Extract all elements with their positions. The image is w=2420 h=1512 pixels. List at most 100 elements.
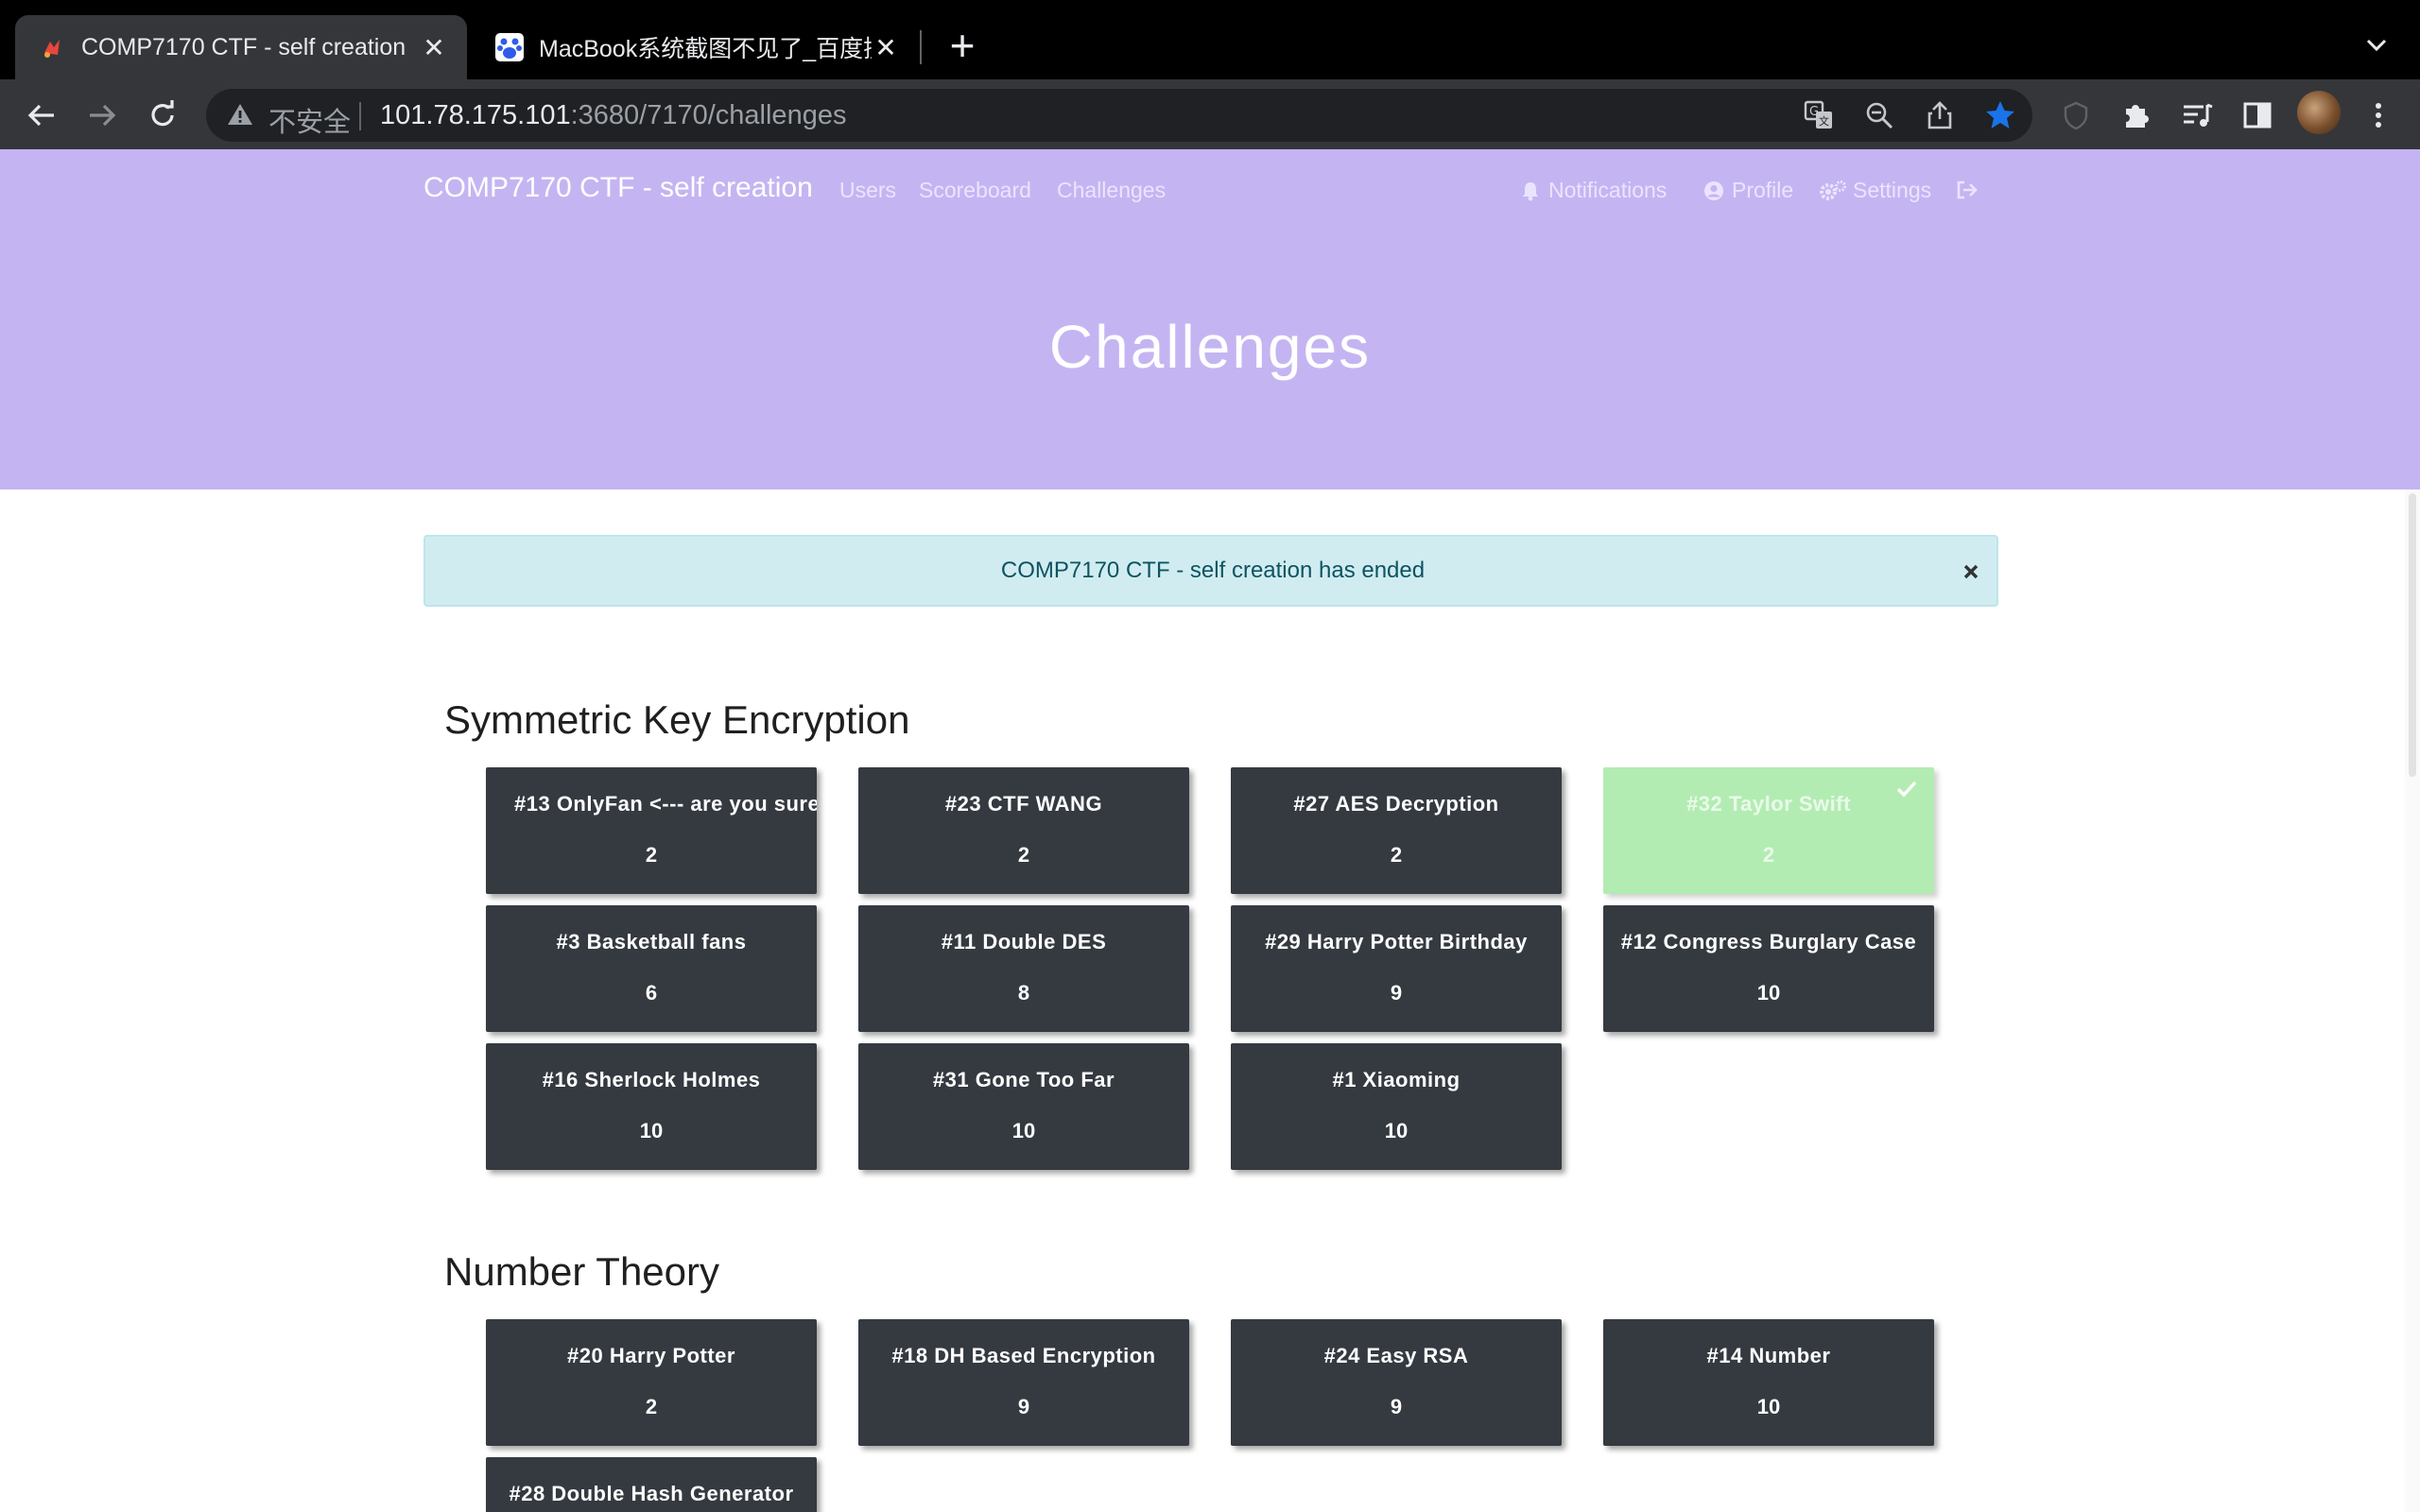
- back-arrow-icon[interactable]: [23, 96, 60, 134]
- side-panel-icon[interactable]: [2238, 96, 2276, 134]
- tab-title: COMP7170 CTF - self creation: [81, 33, 406, 60]
- tab-close-icon[interactable]: ✕: [872, 32, 900, 63]
- challenge-name: #12 Congress Burglary Case: [1620, 930, 1917, 954]
- browser-toolbar: 不安全 101.78.175.101:3680/7170/challenges …: [0, 79, 2420, 149]
- challenge-value: 2: [1762, 843, 1775, 867]
- ctfd-favicon-icon: [38, 33, 66, 61]
- logout-button[interactable]: [1955, 178, 1985, 202]
- challenge-name: #14 Number: [1706, 1344, 1831, 1367]
- challenge-value: 10: [1011, 1119, 1036, 1143]
- address-bar[interactable]: 不安全 101.78.175.101:3680/7170/challenges …: [206, 89, 2032, 142]
- challenge-card[interactable]: #27 AES Decryption 2: [1231, 767, 1562, 894]
- nav-settings-label: Settings: [1853, 178, 1932, 202]
- challenge-name: #20 Harry Potter: [567, 1344, 735, 1367]
- challenge-value: 2: [1390, 843, 1403, 867]
- challenge-value: 8: [1017, 981, 1030, 1005]
- url-path: :3680/7170/challenges: [570, 100, 847, 130]
- challenge-name: #1 Xiaoming: [1332, 1068, 1461, 1091]
- nav-users[interactable]: Users: [839, 178, 896, 203]
- nav-scoreboard[interactable]: Scoreboard: [919, 178, 1031, 203]
- challenge-card[interactable]: #14 Number 10: [1603, 1319, 1934, 1446]
- challenge-name: #13 OnlyFan <--- are you sure: [514, 792, 817, 816]
- browser-tab-active[interactable]: COMP7170 CTF - self creation ✕: [15, 15, 467, 79]
- reading-list-icon[interactable]: [2178, 96, 2216, 134]
- challenge-card[interactable]: #24 Easy RSA 9: [1231, 1319, 1562, 1446]
- browser-menu-icon[interactable]: [2360, 96, 2397, 134]
- extension-shield-icon[interactable]: [2057, 96, 2095, 134]
- challenge-value: 10: [639, 1119, 664, 1143]
- challenge-value: 9: [1390, 1395, 1403, 1418]
- challenge-name: #29 Harry Potter Birthday: [1265, 930, 1528, 954]
- challenge-value: 9: [1017, 1395, 1030, 1418]
- challenge-card[interactable]: #12 Congress Burglary Case 10: [1603, 905, 1934, 1032]
- share-icon[interactable]: [1921, 96, 1959, 134]
- challenge-value: 2: [645, 843, 658, 867]
- browser-tab-inactive[interactable]: MacBook系统截图不见了_百度搜 ✕: [473, 15, 919, 79]
- omnibox-divider: [359, 102, 361, 130]
- alert-message: COMP7170 CTF - self creation has ended: [1000, 558, 1426, 583]
- challenge-card[interactable]: #20 Harry Potter 2: [486, 1319, 817, 1446]
- challenge-name: #3 Basketball fans: [556, 930, 747, 954]
- ended-alert: COMP7170 CTF - self creation has ended: [424, 535, 1998, 607]
- challenge-name: #18 DH Based Encryption: [891, 1344, 1156, 1367]
- challenge-card[interactable]: #23 CTF WANG 2: [858, 767, 1189, 894]
- challenge-value: 10: [1756, 1395, 1781, 1418]
- challenge-name: #27 AES Decryption: [1293, 792, 1499, 816]
- reload-icon[interactable]: [144, 96, 182, 134]
- challenge-value: 9: [1390, 981, 1403, 1005]
- challenge-card[interactable]: #13 OnlyFan <--- are you sure 2: [486, 767, 817, 894]
- forward-arrow-icon[interactable]: [83, 96, 121, 134]
- tab-title: MacBook系统截图不见了_百度搜: [539, 36, 872, 62]
- site-brand[interactable]: COMP7170 CTF - self creation: [424, 172, 813, 204]
- challenge-value: 10: [1384, 1119, 1409, 1143]
- challenge-card-solved[interactable]: #32 Taylor Swift 2: [1603, 767, 1934, 894]
- category-title: Symmetric Key Encryption: [444, 697, 910, 742]
- hero-banner: COMP7170 CTF - self creation Users Score…: [0, 149, 2420, 490]
- insecure-label[interactable]: 不安全: [268, 100, 351, 140]
- new-tab-plus-icon[interactable]: +: [943, 24, 981, 68]
- tab-divider: [920, 30, 922, 64]
- challenge-card[interactable]: #18 DH Based Encryption 9: [858, 1319, 1189, 1446]
- nav-challenges[interactable]: Challenges: [1057, 178, 1166, 203]
- tab-close-icon[interactable]: ✕: [420, 32, 448, 63]
- nav-notifications[interactable]: Notifications: [1518, 178, 1667, 203]
- nav-profile-label: Profile: [1732, 178, 1794, 202]
- check-icon: [1894, 777, 1919, 801]
- site-navbar: COMP7170 CTF - self creation Users Score…: [0, 149, 2420, 229]
- browser-tab-strip: COMP7170 CTF - self creation ✕ MacBook系统…: [0, 0, 2420, 79]
- svg-text:文: 文: [1819, 114, 1829, 128]
- challenge-card[interactable]: #11 Double DES 8: [858, 905, 1189, 1032]
- challenge-name: #28 Double Hash Generator: [509, 1482, 794, 1505]
- challenge-name: #31 Gone Too Far: [932, 1068, 1115, 1091]
- nav-settings[interactable]: Settings: [1819, 178, 1931, 203]
- warning-icon[interactable]: [227, 102, 255, 129]
- url-host: 101.78.175.101: [380, 100, 571, 130]
- challenge-name: #32 Taylor Swift: [1686, 792, 1851, 816]
- challenge-card[interactable]: #31 Gone Too Far 10: [858, 1043, 1189, 1170]
- page-scrollbar-thumb[interactable]: [2409, 493, 2416, 777]
- challenge-value: 2: [645, 1395, 658, 1418]
- challenge-value: 2: [1017, 843, 1030, 867]
- challenge-card[interactable]: #28 Double Hash Generator: [486, 1457, 817, 1512]
- tab-search-chevron-icon[interactable]: [2358, 26, 2395, 64]
- challenge-card[interactable]: #1 Xiaoming 10: [1231, 1043, 1562, 1170]
- category-title: Number Theory: [444, 1249, 720, 1294]
- translate-icon[interactable]: G文: [1800, 96, 1838, 134]
- close-icon[interactable]: [1957, 558, 1985, 586]
- nav-profile[interactable]: Profile: [1702, 178, 1793, 203]
- challenge-name: #11 Double DES: [941, 930, 1107, 954]
- bookmark-star-icon[interactable]: [1981, 96, 2019, 134]
- extensions-puzzle-icon[interactable]: [2118, 96, 2155, 134]
- challenge-name: #24 Easy RSA: [1323, 1344, 1469, 1367]
- profile-avatar[interactable]: [2297, 91, 2341, 134]
- nav-notifications-label: Notifications: [1548, 178, 1668, 202]
- challenge-card[interactable]: #3 Basketball fans 6: [486, 905, 817, 1032]
- challenge-card[interactable]: #16 Sherlock Holmes 10: [486, 1043, 817, 1170]
- zoom-icon[interactable]: [1860, 96, 1898, 134]
- gears-icon: [1819, 179, 1847, 203]
- url-text[interactable]: 101.78.175.101:3680/7170/challenges: [380, 100, 846, 131]
- challenge-name: #23 CTF WANG: [944, 792, 1103, 816]
- challenge-card[interactable]: #29 Harry Potter Birthday 9: [1231, 905, 1562, 1032]
- user-circle-icon: [1702, 179, 1726, 203]
- web-page: COMP7170 CTF - self creation Users Score…: [0, 149, 2420, 1512]
